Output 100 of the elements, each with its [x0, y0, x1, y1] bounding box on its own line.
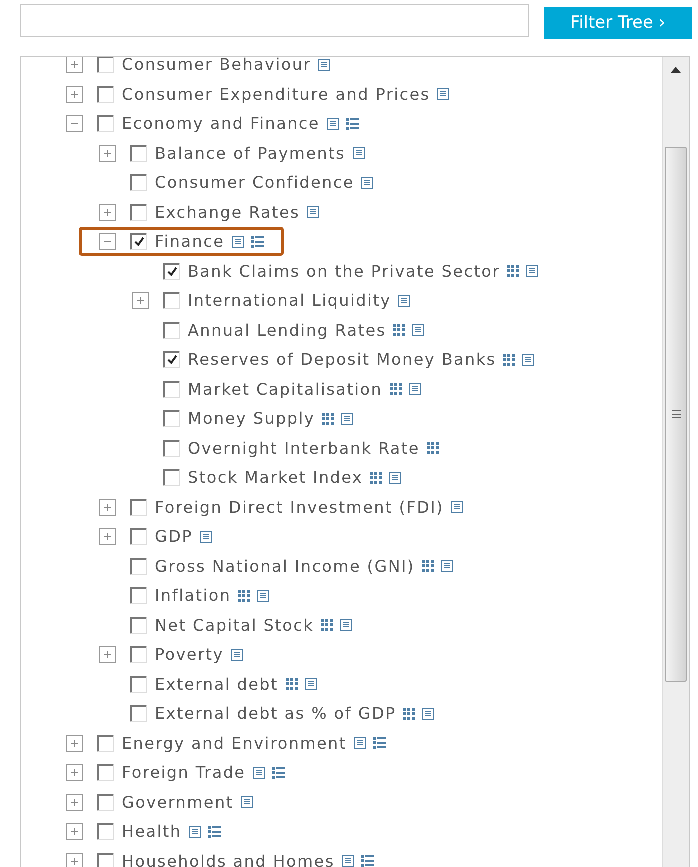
- list-icon[interactable]: [360, 855, 374, 867]
- list-icon[interactable]: [372, 737, 386, 750]
- note-icon[interactable]: [354, 737, 366, 750]
- tree-item-label[interactable]: Government: [122, 792, 234, 812]
- checkbox[interactable]: [130, 587, 147, 604]
- note-icon[interactable]: [230, 648, 243, 661]
- expand-icon[interactable]: [99, 144, 116, 162]
- tree-item-label[interactable]: Stock Market Index: [188, 468, 364, 488]
- grid-icon[interactable]: [370, 472, 382, 484]
- note-icon[interactable]: [440, 560, 453, 572]
- expand-icon[interactable]: [66, 823, 83, 840]
- checkbox[interactable]: [163, 380, 180, 398]
- note-icon[interactable]: [240, 796, 253, 808]
- checkbox[interactable]: [130, 705, 147, 722]
- tree-item-label[interactable]: Gross National Income (GNI): [155, 556, 415, 576]
- note-icon[interactable]: [257, 590, 270, 602]
- checkbox[interactable]: [97, 57, 114, 74]
- note-icon[interactable]: [341, 412, 354, 425]
- expand-icon[interactable]: [99, 204, 116, 221]
- list-icon[interactable]: [208, 826, 221, 838]
- tree-item-label[interactable]: Consumer Confidence: [155, 173, 354, 192]
- checkbox[interactable]: [130, 144, 147, 162]
- tree-item-label[interactable]: Exchange Rates: [155, 202, 300, 222]
- tree-item-label[interactable]: Overnight Interbank Rate: [188, 438, 420, 458]
- tree-item-label[interactable]: Net Capital Stock: [155, 616, 314, 635]
- collapse-icon[interactable]: [99, 233, 116, 250]
- tree-item-label[interactable]: Economy and Finance: [122, 114, 320, 134]
- tree-item-label[interactable]: Health: [122, 822, 182, 842]
- tree-item-label[interactable]: Finance: [155, 232, 225, 252]
- tree-item-label[interactable]: Balance of Payments: [155, 144, 346, 163]
- grid-icon[interactable]: [403, 708, 416, 720]
- note-icon[interactable]: [232, 236, 244, 248]
- grid-icon[interactable]: [390, 383, 402, 396]
- tree-item-label[interactable]: Market Capitalisation: [188, 380, 383, 399]
- tree-item-label[interactable]: Consumer Expenditure and Prices: [122, 84, 430, 104]
- expand-icon[interactable]: [66, 86, 83, 103]
- checkbox[interactable]: [130, 616, 147, 634]
- checkbox[interactable]: [163, 262, 180, 280]
- note-icon[interactable]: [408, 383, 421, 396]
- tree-item-label[interactable]: Households and Homes: [122, 852, 335, 867]
- grid-icon[interactable]: [393, 324, 406, 336]
- expand-icon[interactable]: [66, 57, 83, 74]
- checkbox[interactable]: [163, 322, 180, 339]
- checkbox[interactable]: [97, 86, 114, 103]
- note-icon[interactable]: [398, 294, 410, 307]
- checkbox[interactable]: [130, 646, 147, 664]
- checkbox[interactable]: [163, 410, 180, 428]
- note-icon[interactable]: [361, 176, 374, 189]
- checkbox[interactable]: [163, 292, 180, 310]
- checkbox[interactable]: [97, 734, 114, 752]
- checkbox[interactable]: [130, 558, 147, 575]
- note-icon[interactable]: [252, 766, 265, 779]
- note-icon[interactable]: [200, 530, 212, 543]
- tree-item-label[interactable]: External debt: [155, 674, 278, 694]
- expand-icon[interactable]: [66, 794, 83, 811]
- grid-icon[interactable]: [503, 354, 516, 366]
- checkbox[interactable]: [97, 115, 114, 132]
- checkbox[interactable]: [130, 528, 147, 546]
- checkbox[interactable]: [130, 498, 147, 516]
- tree-item-label[interactable]: Bank Claims on the Private Sector: [188, 262, 500, 281]
- checkbox[interactable]: [97, 852, 114, 867]
- grid-icon[interactable]: [426, 442, 439, 454]
- grid-icon[interactable]: [422, 560, 434, 572]
- tree-item-label[interactable]: Poverty: [155, 645, 224, 664]
- note-icon[interactable]: [526, 265, 538, 278]
- tree-item-label[interactable]: Inflation: [155, 586, 232, 606]
- list-icon[interactable]: [250, 236, 264, 248]
- grid-icon[interactable]: [322, 412, 334, 425]
- collapse-icon[interactable]: [66, 115, 83, 132]
- note-icon[interactable]: [352, 147, 365, 160]
- note-icon[interactable]: [437, 88, 450, 100]
- checkbox[interactable]: [163, 469, 180, 486]
- note-icon[interactable]: [450, 501, 463, 514]
- checkbox[interactable]: [130, 204, 147, 221]
- tree-item-label[interactable]: Foreign Trade: [122, 763, 246, 782]
- tree-item-label[interactable]: Foreign Direct Investment (FDI): [155, 498, 444, 517]
- expand-icon[interactable]: [99, 528, 116, 546]
- checkbox[interactable]: [130, 233, 147, 250]
- tree-item-label[interactable]: Energy and Environment: [122, 734, 347, 753]
- expand-icon[interactable]: [132, 292, 149, 310]
- scrollbar[interactable]: [662, 57, 689, 867]
- note-icon[interactable]: [340, 619, 352, 632]
- tree-item-label[interactable]: GDP: [155, 527, 193, 546]
- note-icon[interactable]: [188, 826, 201, 838]
- checkbox[interactable]: [130, 676, 147, 693]
- tree-item-label[interactable]: International Liquidity: [188, 291, 392, 310]
- note-icon[interactable]: [522, 354, 534, 366]
- expand-icon[interactable]: [66, 764, 83, 782]
- note-icon[interactable]: [307, 206, 320, 218]
- expand-icon[interactable]: [99, 646, 116, 664]
- list-icon[interactable]: [272, 766, 285, 779]
- grid-icon[interactable]: [321, 619, 334, 632]
- grid-icon[interactable]: [507, 265, 520, 278]
- checkbox[interactable]: [163, 351, 180, 368]
- note-icon[interactable]: [422, 708, 434, 720]
- note-icon[interactable]: [389, 472, 402, 484]
- grid-icon[interactable]: [286, 678, 298, 690]
- search-field[interactable]: [20, 4, 530, 37]
- scroll-thumb[interactable]: [665, 147, 687, 682]
- note-icon[interactable]: [326, 118, 339, 130]
